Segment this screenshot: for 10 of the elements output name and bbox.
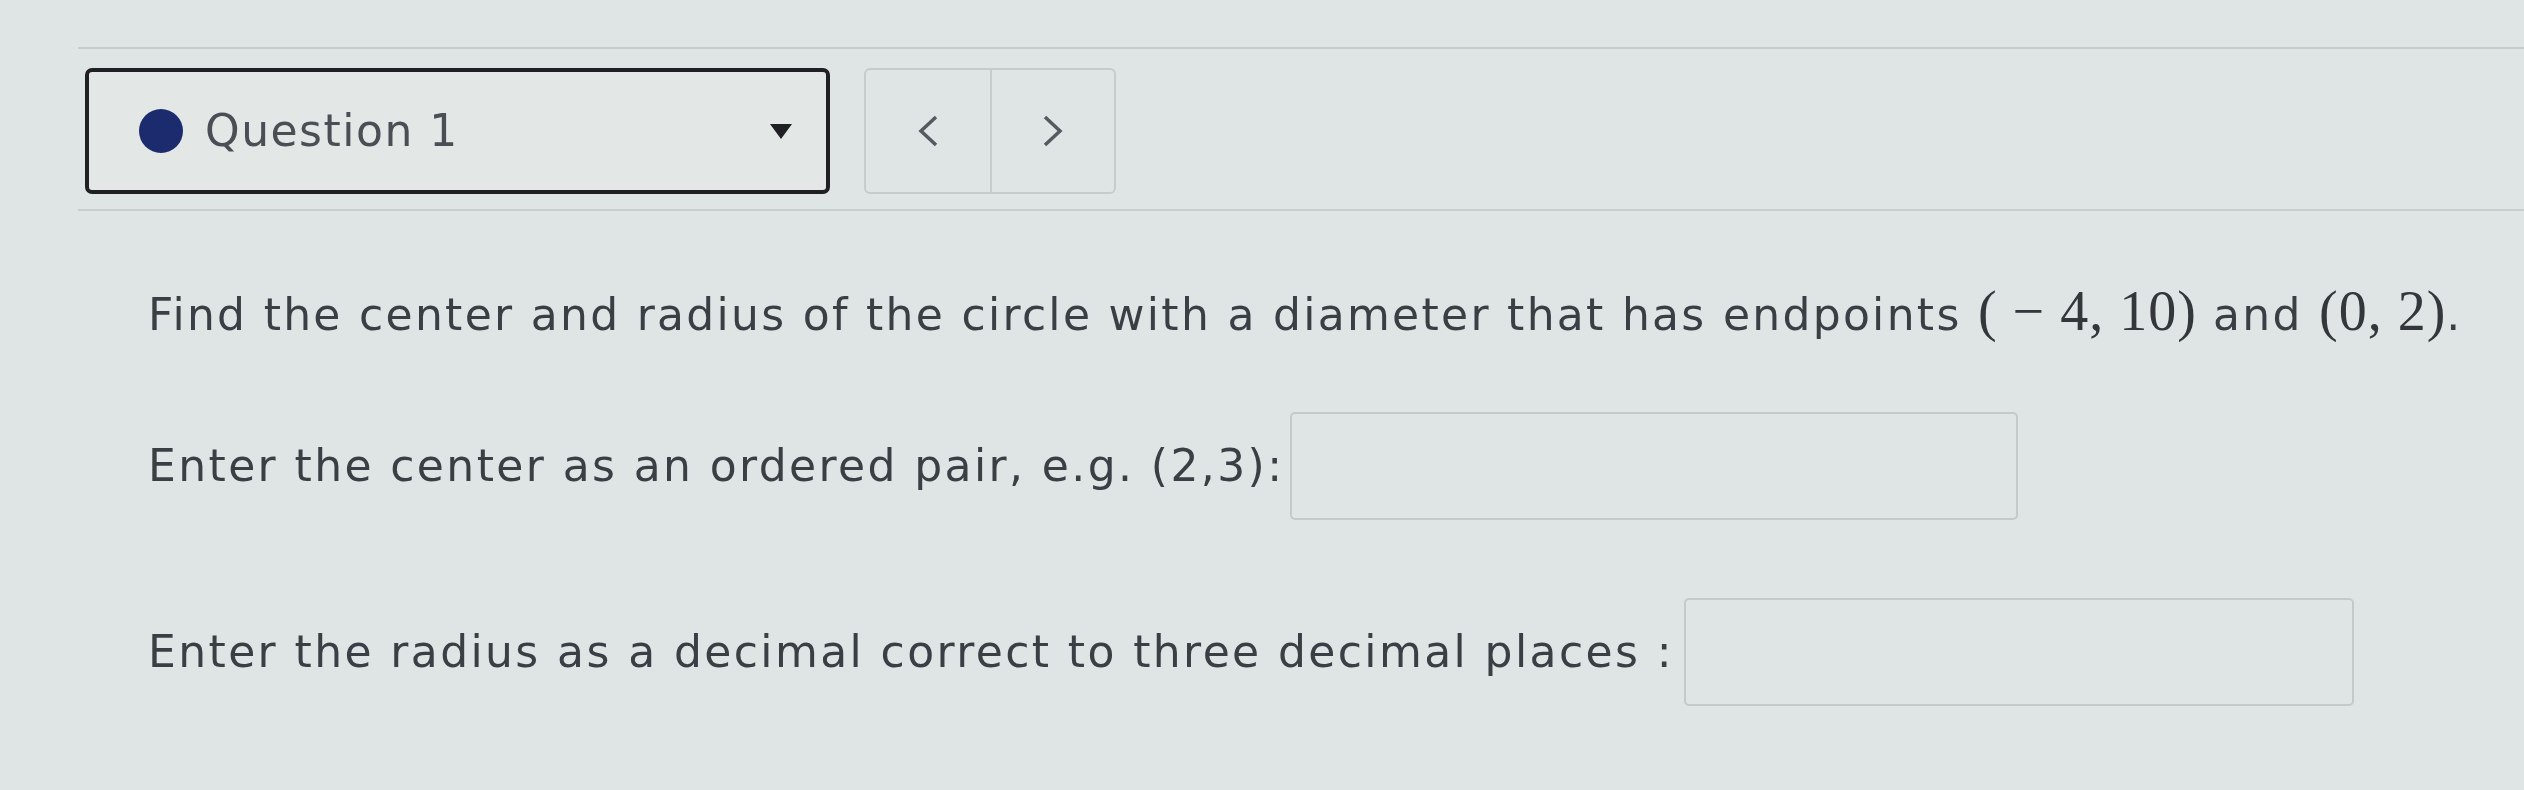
question-dropdown[interactable]: Question 1 [85,68,830,194]
field-label: Enter the center as an ordered pair, e.g. (2,3): [148,438,1285,493]
answer-field[interactable] [1683,597,2354,706]
answer-field[interactable] [1290,411,2019,520]
question-text: Find the center and radius of the circle with a diameter that has endpoints ( − 4, 10) and (0, 2). [148,279,2464,344]
field-label: Enter the radius as a decimal correct to three decimal places : [148,624,1674,679]
chevron-right-icon [1042,115,1064,147]
status-dot-icon [139,109,183,153]
caret-down-icon [770,123,792,139]
chevron-left-icon [917,115,939,147]
